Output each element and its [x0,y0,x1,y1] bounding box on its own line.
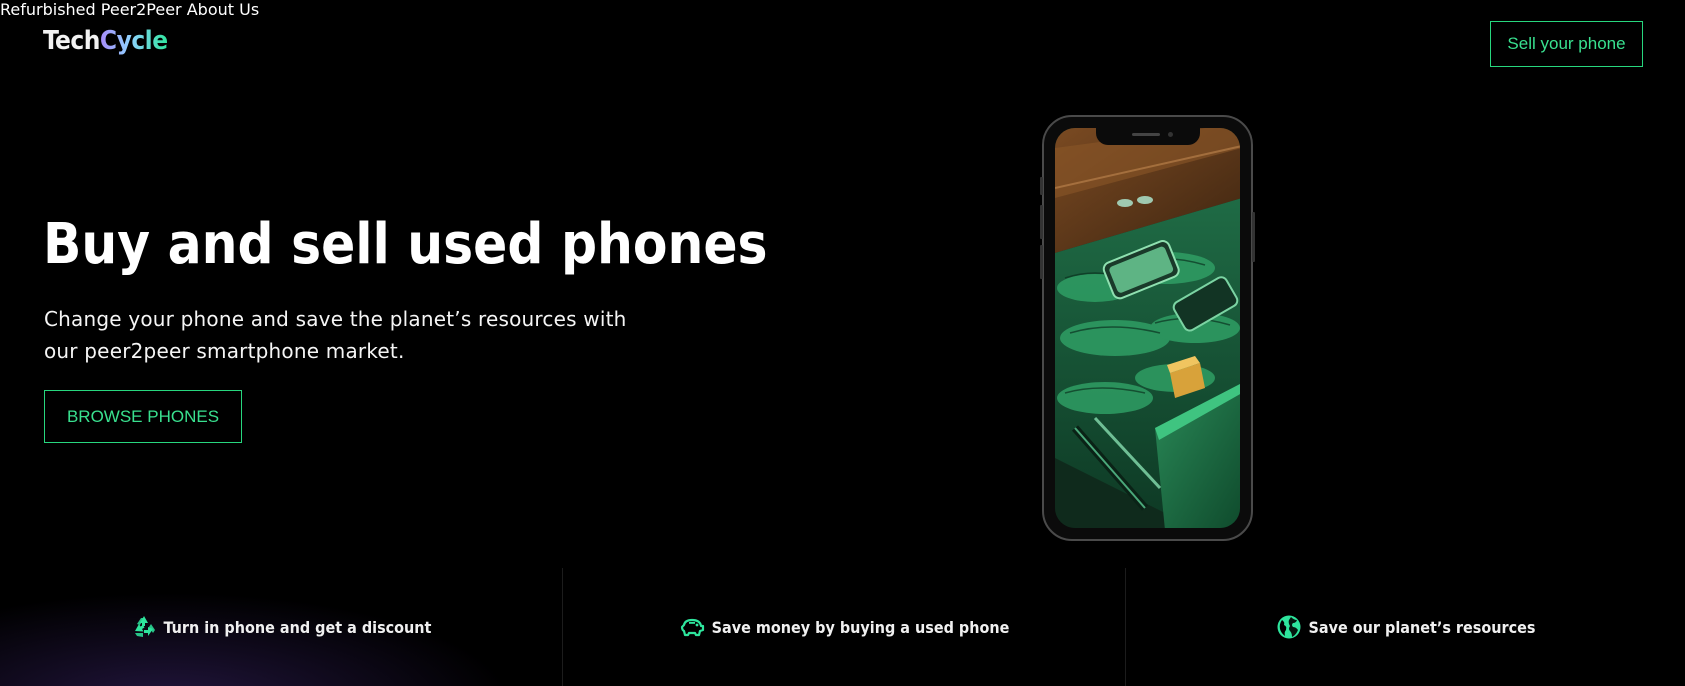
phone-notch [1095,128,1200,145]
browse-phones-button[interactable]: BROWSE PHONES [44,390,242,443]
logo[interactable]: TechCycle [43,26,168,56]
piggy-bank-icon [680,618,704,637]
nav-link-peer2peer[interactable]: Peer2Peer [101,0,182,19]
feature-item-save-money: Save money by buying a used phone [562,568,1125,686]
main-nav: Refurbished Peer2Peer About Us [0,0,1685,19]
feature-item-discount: Turn in phone and get a discount [0,568,562,686]
sell-your-phone-button[interactable]: Sell your phone [1490,21,1643,67]
feature-label-planet: Save our planet’s resources [1308,617,1536,637]
recycle-icon [134,616,155,637]
nav-link-refurbished[interactable]: Refurbished [0,0,96,19]
feature-item-planet: Save our planet’s resources [1125,568,1685,686]
phone-screen-image [1055,128,1240,528]
landing-page: TechCycle Refurbished Peer2Peer About Us… [0,0,1685,686]
hero-subtitle: Change your phone and save the planet’s … [44,303,684,367]
feature-label-save-money: Save money by buying a used phone [711,617,1010,637]
hero-subtitle-line-2: our peer2peer smartphone market. [44,339,405,363]
features-bar: Turn in phone and get a discount Save mo… [0,568,1685,686]
money-drawer-illustration [1055,128,1240,528]
logo-text-tech: Tech [43,26,100,56]
feature-label-discount: Turn in phone and get a discount [163,617,432,637]
hero-subtitle-line-1: Change your phone and save the planet’s … [44,307,627,331]
phone-mockup [1040,115,1255,541]
nav-link-about-us[interactable]: About Us [187,0,259,19]
hero-title: Buy and sell used phones [43,212,768,277]
globe-icon [1277,615,1301,639]
logo-text-cycle: Cycle [99,26,168,56]
